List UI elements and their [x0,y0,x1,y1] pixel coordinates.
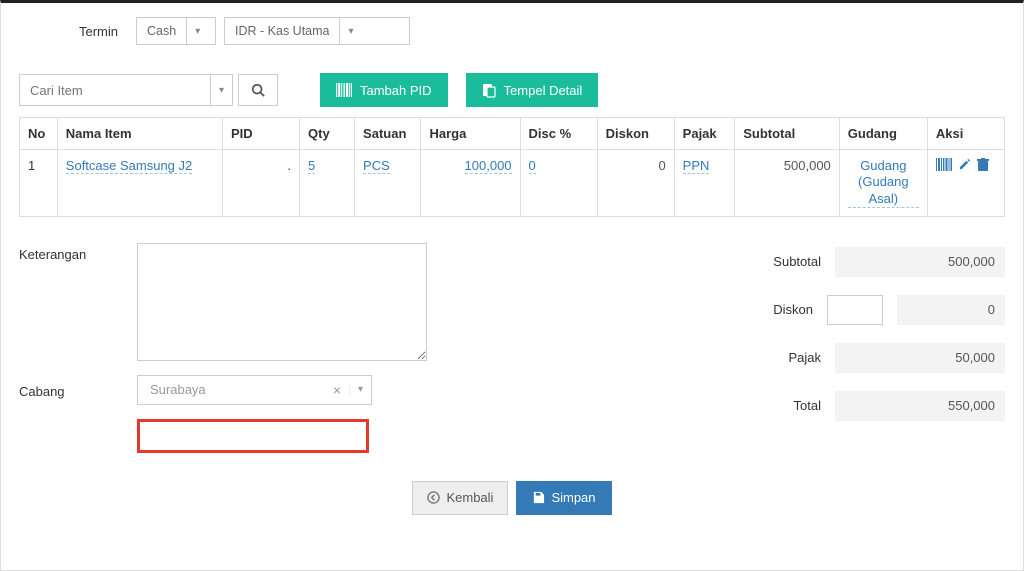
total-label: Total [794,398,821,413]
item-search-input[interactable] [20,75,210,105]
cell-gudang[interactable]: Gudang (Gudang Asal) [848,158,919,208]
account-value: IDR - Kas Utama [225,18,339,44]
cell-pid: . [222,150,299,217]
cell-pajak[interactable]: PPN [683,158,710,174]
caret-down-icon: ▾ [186,18,208,44]
highlight-box [137,419,369,453]
delete-icon[interactable] [977,158,989,171]
tambah-pid-label: Tambah PID [360,83,432,98]
col-harga: Harga [421,118,520,150]
tambah-pid-button[interactable]: Tambah PID [320,73,448,107]
subtotal-value: 500,000 [835,247,1005,277]
paste-icon [482,83,496,98]
cell-subtotal: 500,000 [735,150,840,217]
cell-no: 1 [20,150,58,217]
simpan-label: Simpan [551,490,595,505]
col-pid: PID [222,118,299,150]
items-table: No Nama Item PID Qty Satuan Harga Disc %… [19,117,1005,217]
kembali-label: Kembali [446,490,493,505]
diskon-label: Diskon [773,302,813,317]
cabang-value: Surabaya [138,382,325,397]
termin-value: Cash [137,18,186,44]
pajak-label: Pajak [788,350,821,365]
diskon-input[interactable] [827,295,883,325]
pajak-value: 50,000 [835,343,1005,373]
col-diskon: Diskon [597,118,674,150]
tempel-detail-button[interactable]: Tempel Detail [466,73,599,107]
col-satuan: Satuan [355,118,421,150]
item-search-combo[interactable]: ▾ [19,74,233,106]
barcode-icon[interactable] [936,158,952,171]
clear-icon[interactable]: × [325,382,349,398]
termin-label: Termin [79,24,118,39]
caret-down-icon: ▾ [349,384,371,395]
col-gudang: Gudang [839,118,927,150]
subtotal-label: Subtotal [773,254,821,269]
col-qty: Qty [300,118,355,150]
cell-diskon: 0 [597,150,674,217]
total-value: 550,000 [835,391,1005,421]
caret-down-icon: ▾ [210,75,232,105]
cell-satuan[interactable]: PCS [363,158,390,174]
barcode-icon [336,83,352,97]
cabang-label: Cabang [19,380,119,399]
caret-down-icon: ▾ [339,18,361,44]
tempel-detail-label: Tempel Detail [504,83,583,98]
table-header-row: No Nama Item PID Qty Satuan Harga Disc %… [20,118,1005,150]
col-pajak: Pajak [674,118,735,150]
col-nama: Nama Item [57,118,222,150]
cell-nama-item[interactable]: Softcase Samsung J2 [66,158,192,174]
search-button[interactable] [238,74,278,106]
cell-discpct[interactable]: 0 [529,158,536,174]
account-select[interactable]: IDR - Kas Utama ▾ [224,17,410,45]
diskon-value: 0 [897,295,1005,325]
search-icon [251,83,265,97]
save-icon [532,491,545,504]
col-aksi: Aksi [927,118,1004,150]
edit-icon[interactable] [958,158,971,171]
cell-harga[interactable]: 100,000 [465,158,512,174]
kembali-button[interactable]: Kembali [412,481,508,515]
cabang-select[interactable]: Surabaya × ▾ [137,375,372,405]
col-discpct: Disc % [520,118,597,150]
back-icon [427,491,440,504]
col-subtotal: Subtotal [735,118,840,150]
simpan-button[interactable]: Simpan [516,481,611,515]
keterangan-label: Keterangan [19,243,119,262]
table-row: 1 Softcase Samsung J2 . 5 PCS 100,000 0 … [20,150,1005,217]
termin-select[interactable]: Cash ▾ [136,17,216,45]
cell-qty[interactable]: 5 [308,158,315,174]
keterangan-textarea[interactable] [137,243,427,361]
col-no: No [20,118,58,150]
